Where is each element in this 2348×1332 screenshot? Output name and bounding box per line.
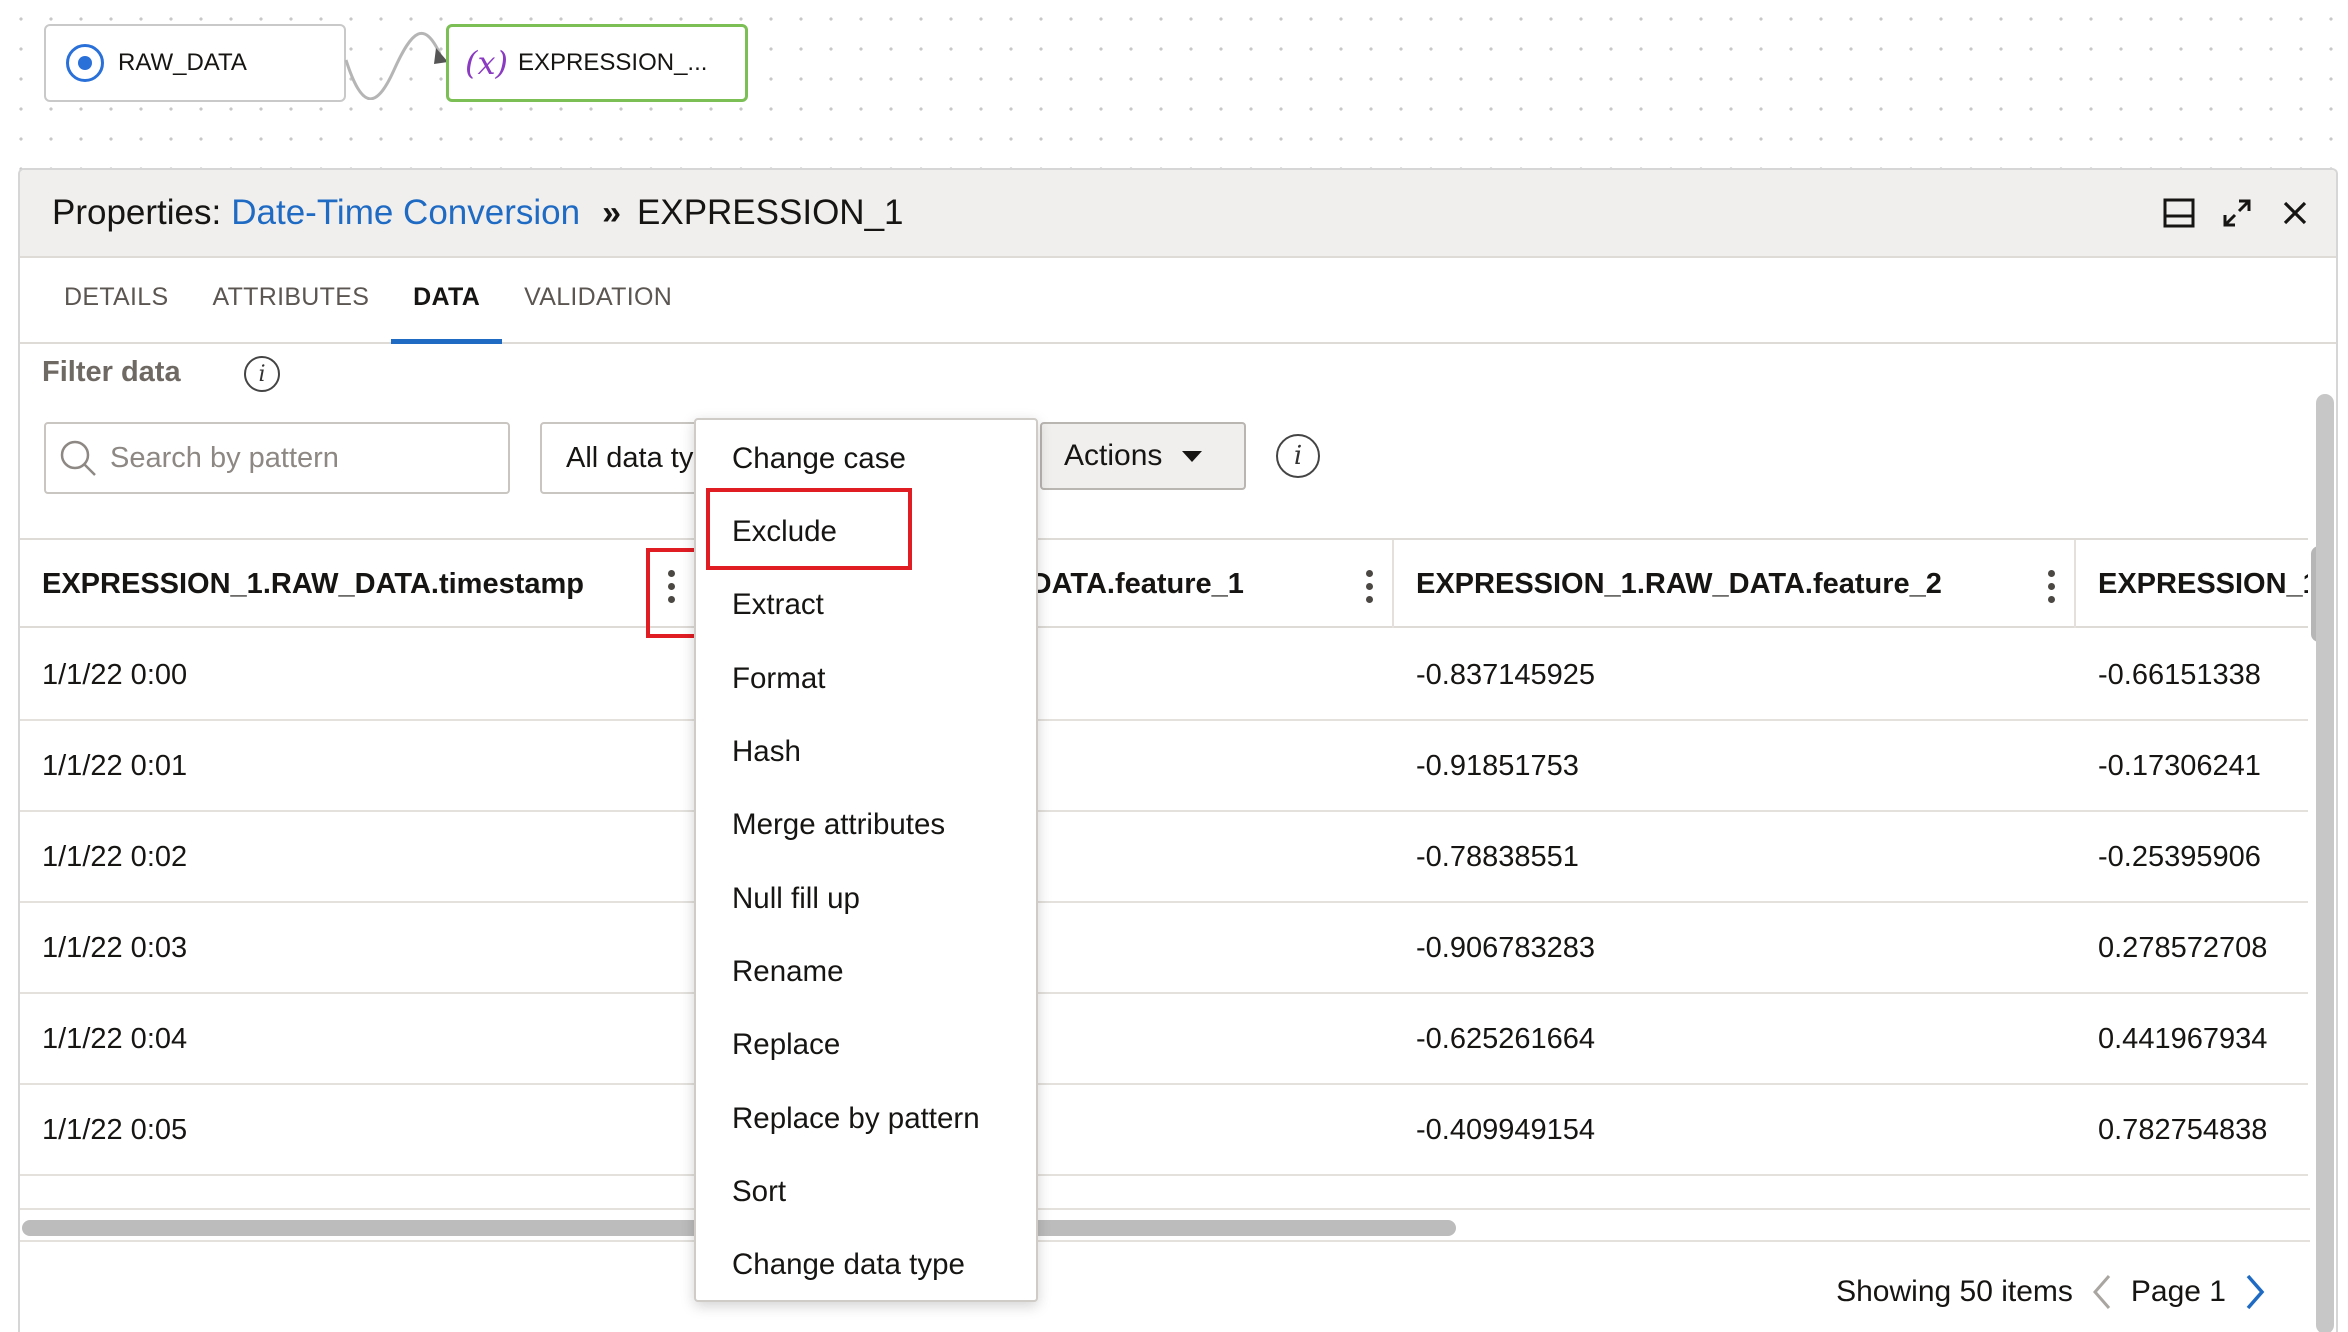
menu-item-hash[interactable]: Hash (732, 735, 801, 769)
data-table: EXPRESSION_1.RAW_DATA.timestamp EXPRESSI… (20, 538, 2308, 1190)
menu-item-replace-by-pattern[interactable]: Replace by pattern (732, 1102, 980, 1136)
table-row: 1/1/22 0:00 -0.837145925 -0.66151338 (20, 630, 2308, 721)
breadcrumb-separator: » (602, 193, 621, 232)
close-icon[interactable] (2278, 196, 2312, 230)
panel-title-prefix: Properties: (52, 193, 222, 232)
panel-dock-icon[interactable] (2162, 196, 2196, 230)
table-cell: -0.91851753 (1416, 750, 1579, 782)
breadcrumb-current: EXPRESSION_1 (637, 193, 904, 232)
flow-canvas[interactable]: RAW_DATA (x) EXPRESSION_... (0, 0, 2348, 170)
table-row: 1/1/22 0:01 -0.91851753 -0.17306241 (20, 721, 2308, 812)
tab-details[interactable]: DETAILS (42, 283, 190, 342)
chevron-right-icon[interactable] (2240, 1272, 2270, 1312)
table-cell: 1/1/22 0:05 (42, 1114, 188, 1146)
table-row: 1/1/22 0:03 -0.906783283 0.278572708 (20, 903, 2308, 994)
filter-data-title: Filter data (42, 356, 181, 388)
source-radio-icon (66, 44, 104, 82)
menu-item-sort[interactable]: Sort (732, 1175, 786, 1209)
items-count: Showing 50 items (1836, 1275, 2073, 1308)
pagination-footer: Showing 50 items Page 1 (1836, 1272, 2284, 1312)
node-expression[interactable]: (x) EXPRESSION_... (446, 24, 748, 102)
search-input[interactable]: Search by pattern (44, 422, 510, 494)
table-row: 1/1/22 0:04 -0.625261664 0.441967934 (20, 994, 2308, 1085)
column-actions-menu: Change case Exclude Extract Format Hash … (694, 418, 1038, 1302)
table-cell: 0.782754838 (2098, 1114, 2268, 1146)
actions-label: Actions (1064, 439, 1163, 472)
connector-line (344, 31, 448, 100)
table-row: 1/1/22 0:05 -0.409949154 0.782754838 (20, 1085, 2308, 1176)
table-cell: -0.66151338 (2098, 659, 2261, 691)
tab-validation[interactable]: VALIDATION (502, 283, 694, 342)
table-cell: 1/1/22 0:02 (42, 841, 188, 873)
menu-item-null-fill-up[interactable]: Null fill up (732, 882, 860, 916)
table-cell: 1/1/22 0:03 (42, 932, 188, 964)
table-cell: -0.78838551 (1416, 841, 1579, 873)
table-header: EXPRESSION_1.RAW_DATA.timestamp EXPRESSI… (20, 540, 2308, 628)
menu-item-change-data-type[interactable]: Change data type (732, 1248, 965, 1282)
column-header: EXPRESSION_1.RAW_DATA.feature_2 (1394, 540, 2076, 628)
data-type-select[interactable]: All data types (540, 422, 720, 494)
tab-data[interactable]: DATA (391, 283, 503, 344)
node-label: EXPRESSION_... (518, 49, 708, 76)
tab-bar: DETAILS ATTRIBUTES DATA VALIDATION (20, 258, 2336, 344)
tab-attributes[interactable]: ATTRIBUTES (190, 283, 391, 342)
expression-fx-icon: (x) (465, 44, 509, 82)
chevron-left-icon[interactable] (2087, 1272, 2117, 1312)
properties-panel: Properties: Date-Time Conversion » EXPRE… (18, 168, 2338, 1332)
menu-item-format[interactable]: Format (732, 662, 825, 696)
table-cell: -0.837145925 (1416, 659, 1595, 691)
exclude-highlight (706, 488, 912, 570)
column-menu-icon[interactable] (1366, 570, 1374, 603)
header-icon-group (2162, 196, 2312, 230)
table-cell: 1/1/22 0:04 (42, 1023, 188, 1055)
panel-header: Properties: Date-Time Conversion » EXPRE… (20, 170, 2336, 258)
table-cell: 0.278572708 (2098, 932, 2268, 964)
table-cell: 1/1/22 0:00 (42, 659, 188, 691)
column-menu-icon[interactable] (2048, 570, 2056, 603)
breadcrumb-link[interactable]: Date-Time Conversion (231, 193, 580, 233)
table-cell: -0.25395906 (2098, 841, 2261, 873)
panel-vertical-scrollbar[interactable] (2316, 394, 2334, 1332)
actions-button[interactable]: Actions (1040, 422, 1246, 490)
node-label: RAW_DATA (118, 49, 247, 76)
caret-down-icon (1182, 450, 1203, 462)
horizontal-scrollbar[interactable] (20, 1208, 2310, 1242)
table-cell: -0.17306241 (2098, 750, 2261, 782)
menu-item-rename[interactable]: Rename (732, 955, 844, 989)
column-header: EXPRESSION_1.RAW_DATA.timestamp (20, 540, 696, 628)
node-raw-data[interactable]: RAW_DATA (44, 24, 346, 102)
column-header: EXPRESSION_1.RAW_DATA.feature_3 (2098, 567, 2308, 600)
page-indicator: Page 1 (2130, 1275, 2226, 1308)
menu-item-replace[interactable]: Replace (732, 1028, 840, 1062)
search-placeholder: Search by pattern (110, 441, 339, 474)
table-cell: -0.625261664 (1416, 1023, 1595, 1055)
menu-item-merge-attributes[interactable]: Merge attributes (732, 808, 945, 842)
table-cell: -0.906783283 (1416, 932, 1595, 964)
menu-item-extract[interactable]: Extract (732, 588, 824, 622)
table-cell: 0.441967934 (2098, 1023, 2268, 1055)
info-icon[interactable]: i (1276, 434, 1320, 478)
search-icon (60, 440, 96, 476)
menu-item-change-case[interactable]: Change case (732, 442, 906, 476)
column-menu-highlight (646, 548, 698, 638)
info-icon[interactable]: i (244, 356, 280, 392)
table-cell: 1/1/22 0:01 (42, 750, 188, 782)
table-row: 1/1/22 0:02 -0.78838551 -0.25395906 (20, 812, 2308, 903)
expand-icon[interactable] (2220, 196, 2254, 230)
table-cell: -0.409949154 (1416, 1114, 1595, 1146)
